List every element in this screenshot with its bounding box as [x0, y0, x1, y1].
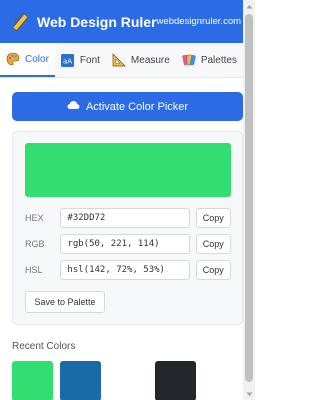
color-preview-swatch — [25, 143, 231, 197]
app-title: Web Design Ruler — [37, 13, 157, 30]
rgb-value-field[interactable]: rgb(50, 221, 114) — [60, 234, 190, 254]
hex-label: HEX — [25, 213, 44, 223]
svg-text:aA: aA — [63, 57, 72, 65]
tab-label: Measure — [130, 54, 170, 66]
rgb-row: RGB rgb(50, 221, 114) Copy — [25, 234, 231, 254]
site-link[interactable]: webdesignruler.com — [157, 16, 242, 27]
activate-label: Activate Color Picker — [85, 100, 189, 113]
hex-row: HEX #32DD72 Copy — [25, 208, 231, 228]
tab-label: Font — [79, 54, 100, 66]
tab-bar: Color aA Font Measure Palettes — [0, 43, 243, 78]
tab-palettes[interactable]: Palettes — [176, 43, 243, 77]
hex-value-field[interactable]: #32DD72 — [60, 208, 190, 228]
copy-rgb-button[interactable]: Copy — [195, 234, 231, 254]
color-panel: Activate Color Picker HEX #32DD72 Copy R… — [0, 79, 243, 400]
copy-hex-button[interactable]: Copy — [195, 208, 231, 228]
ruler-icon — [10, 11, 30, 33]
scroll-up-arrow-icon[interactable] — [243, 0, 255, 12]
tab-measure[interactable]: Measure — [106, 43, 176, 77]
activate-color-picker-button[interactable]: Activate Color Picker — [12, 92, 243, 121]
recent-color-swatch[interactable] — [107, 361, 148, 400]
recent-colors-title: Recent Colors — [12, 341, 76, 352]
recent-color-swatch[interactable] — [155, 361, 196, 400]
font-icon: aA — [61, 53, 75, 67]
scrollbar-thumb[interactable] — [245, 14, 253, 382]
rgb-label: RGB — [25, 239, 45, 249]
color-details-card: HEX #32DD72 Copy RGB rgb(50, 221, 114) C… — [12, 131, 243, 325]
vertical-scrollbar[interactable] — [243, 0, 255, 400]
copy-hsl-button[interactable]: Copy — [195, 260, 231, 280]
hsl-value-field[interactable]: hsl(142, 72%, 53%) — [60, 260, 190, 280]
palette-icon — [6, 52, 20, 66]
paint-icon — [182, 53, 196, 67]
save-to-palette-button[interactable]: Save to Palette — [25, 291, 105, 313]
cloud-icon — [67, 100, 80, 113]
hsl-label: HSL — [25, 265, 43, 275]
recent-color-swatch[interactable] — [60, 361, 101, 400]
tab-label: Palettes — [200, 54, 237, 66]
scroll-down-arrow-icon[interactable] — [243, 388, 255, 400]
tab-label: Color — [25, 53, 49, 65]
app-header: Web Design Ruler webdesignruler.com — [0, 0, 243, 43]
recent-color-swatch[interactable] — [12, 361, 53, 400]
tab-font[interactable]: aA Font — [55, 43, 106, 77]
tab-color[interactable]: Color — [0, 43, 55, 77]
triangle-ruler-icon — [112, 53, 126, 67]
hsl-row: HSL hsl(142, 72%, 53%) Copy — [25, 260, 231, 280]
